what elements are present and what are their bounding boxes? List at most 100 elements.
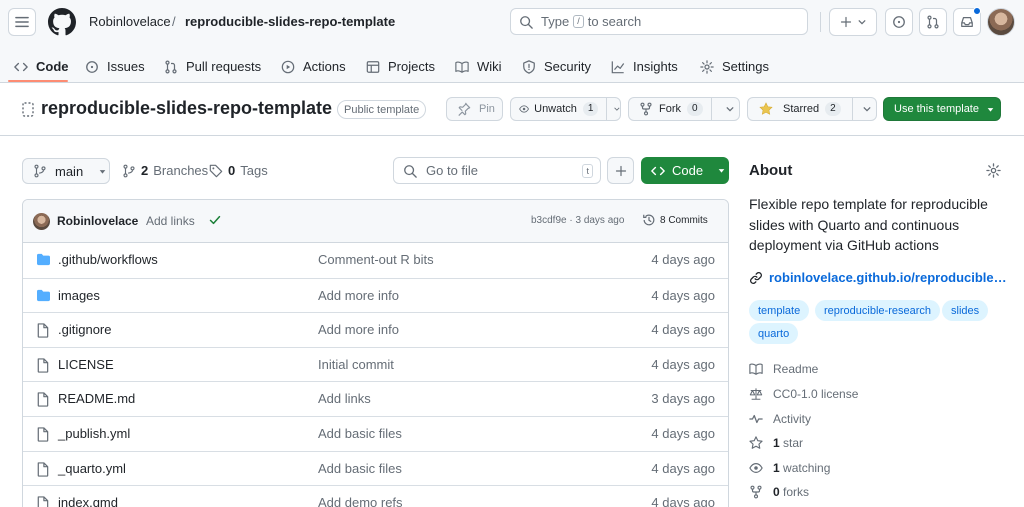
global-search-input[interactable]: Type / to search <box>510 8 808 35</box>
readme-label: Readme <box>773 362 819 376</box>
tab-wiki[interactable]: Wiki <box>455 50 502 83</box>
pin-icon <box>458 102 471 116</box>
tags-link[interactable]: 0 Tags <box>209 163 268 178</box>
unwatch-button[interactable]: Unwatch 1 <box>510 97 621 121</box>
file-commit-message[interactable]: Add basic files <box>318 461 402 476</box>
code-dropdown-button[interactable]: Code <box>641 157 729 184</box>
activity-link[interactable]: Activity <box>749 412 811 426</box>
file-name[interactable]: .github/workflows <box>58 252 158 267</box>
tab-code[interactable]: Code <box>14 50 69 83</box>
issues-button[interactable] <box>885 8 913 36</box>
pull-requests-button[interactable] <box>919 8 947 36</box>
repo-title[interactable]: reproducible-slides-repo-template <box>41 98 332 119</box>
tab-issues[interactable]: Issues <box>85 50 145 83</box>
file-commit-message[interactable]: Initial commit <box>318 357 394 372</box>
fork-icon <box>750 485 762 499</box>
gear-icon[interactable] <box>986 163 1001 178</box>
forks-link[interactable]: 0 forks <box>749 485 809 499</box>
commit-hash-time[interactable]: b3cdf9e · 3 days ago <box>531 215 624 226</box>
file-icon <box>36 496 49 507</box>
file-row[interactable]: _publish.yml Add basic files 4 days ago <box>23 415 728 451</box>
file-commit-message[interactable]: Add basic files <box>318 426 402 441</box>
file-name[interactable]: README.md <box>58 391 135 406</box>
commit-author-avatar[interactable] <box>33 213 50 230</box>
tab-projects[interactable]: Projects <box>366 50 435 83</box>
branch-selector[interactable]: main <box>22 158 110 184</box>
github-logo-icon[interactable] <box>48 8 76 36</box>
file-commit-message[interactable]: Add links <box>318 391 371 406</box>
tab-actions-label: Actions <box>303 59 346 74</box>
file-row[interactable]: index.qmd Add demo refs 4 days ago <box>23 485 728 507</box>
topic-tag[interactable]: reproducible-research <box>815 300 940 321</box>
file-name[interactable]: LICENSE <box>58 357 114 372</box>
pin-button[interactable]: Pin <box>446 97 503 121</box>
file-commit-date: 4 days ago <box>651 460 715 476</box>
topic-tag[interactable]: template <box>749 300 810 321</box>
file-table: Robinlovelace Add links b3cdf9e · 3 days… <box>22 199 729 507</box>
file-commit-message[interactable]: Add more info <box>318 322 399 337</box>
branches-link[interactable]: 2 Branches <box>122 163 208 178</box>
file-name[interactable]: images <box>58 288 100 303</box>
license-link[interactable]: CC0-1.0 license <box>749 387 858 401</box>
fork-count: 0 <box>687 102 703 116</box>
file-row[interactable]: README.md Add links 3 days ago <box>23 381 728 416</box>
file-name[interactable]: .gitignore <box>58 322 111 337</box>
commits-link[interactable]: 8 Commits <box>642 213 708 227</box>
chevron-down-icon[interactable] <box>725 105 734 113</box>
use-template-button[interactable]: Use this template <box>883 97 1001 121</box>
file-row[interactable]: images Add more info 4 days ago <box>23 277 728 313</box>
fork-split <box>710 97 712 121</box>
watching-label: watching <box>783 461 831 475</box>
repo-nav-tabs: Code Issues Pull requests Actions Projec… <box>0 50 1024 83</box>
pull-request-icon <box>165 60 177 73</box>
git-branch-icon <box>34 164 46 178</box>
starred-button[interactable]: Starred 2 <box>747 97 877 121</box>
star-count: 2 <box>825 102 841 116</box>
file-name[interactable]: _publish.yml <box>58 426 130 441</box>
breadcrumb-repo[interactable]: reproducible-slides-repo-template <box>185 14 395 29</box>
tab-insights[interactable]: Insights <box>611 50 678 83</box>
readme-link[interactable]: Readme <box>749 362 818 376</box>
topic-tag[interactable]: slides <box>942 300 989 321</box>
git-pull-request-icon <box>927 15 939 29</box>
about-heading: About <box>749 162 793 179</box>
fork-button[interactable]: Fork 0 <box>628 97 740 121</box>
file-name[interactable]: index.qmd <box>58 495 118 507</box>
file-commit-message[interactable]: Add demo refs <box>318 495 403 507</box>
file-row[interactable]: .github/workflows Comment-out R bits 4 day… <box>23 243 728 278</box>
file-commit-message[interactable]: Comment-out R bits <box>318 252 434 267</box>
tab-settings[interactable]: Settings <box>700 50 769 83</box>
play-icon <box>281 60 295 73</box>
tags-label: Tags <box>240 163 268 178</box>
file-row[interactable]: LICENSE Initial commit 4 days ago <box>23 346 728 382</box>
file-name[interactable]: _quarto.yml <box>58 461 126 476</box>
search-icon <box>404 164 417 178</box>
about-website-link[interactable]: robinlovelace.github.io/reproducible-sli… <box>749 270 1009 285</box>
stars-label: star <box>783 436 804 450</box>
stars-link[interactable]: 1 star <box>749 436 803 450</box>
tab-security[interactable]: Security <box>522 50 591 83</box>
file-commit-date: 4 days ago <box>651 495 715 507</box>
chevron-down-icon[interactable] <box>863 105 871 113</box>
create-new-button[interactable] <box>829 8 877 36</box>
commit-author[interactable]: Robinlovelace <box>57 214 138 228</box>
check-icon[interactable] <box>209 214 221 226</box>
use-template-label: Use this template <box>894 103 979 115</box>
tab-code-label: Code <box>36 59 69 74</box>
link-icon <box>750 271 762 284</box>
go-to-file-input[interactable]: Go to file t <box>393 157 601 184</box>
topic-tag[interactable]: quarto <box>749 323 799 344</box>
tab-pull-requests[interactable]: Pull requests <box>164 50 261 83</box>
file-commit-message[interactable]: Add more info <box>318 288 399 303</box>
file-row[interactable]: _quarto.yml Add basic files 4 days ago <box>23 450 728 486</box>
user-avatar[interactable] <box>987 8 1015 36</box>
add-file-button[interactable] <box>607 157 634 184</box>
file-row[interactable]: .gitignore Add more info 4 days ago <box>23 312 728 347</box>
menu-button[interactable] <box>8 8 36 36</box>
commit-message[interactable]: Add links <box>146 214 195 228</box>
breadcrumb-owner[interactable]: Robinlovelace <box>89 14 171 29</box>
watching-link[interactable]: 1 watching <box>749 461 830 475</box>
chevron-down-icon[interactable] <box>614 105 620 113</box>
tab-actions[interactable]: Actions <box>281 50 346 83</box>
law-icon <box>749 388 763 400</box>
